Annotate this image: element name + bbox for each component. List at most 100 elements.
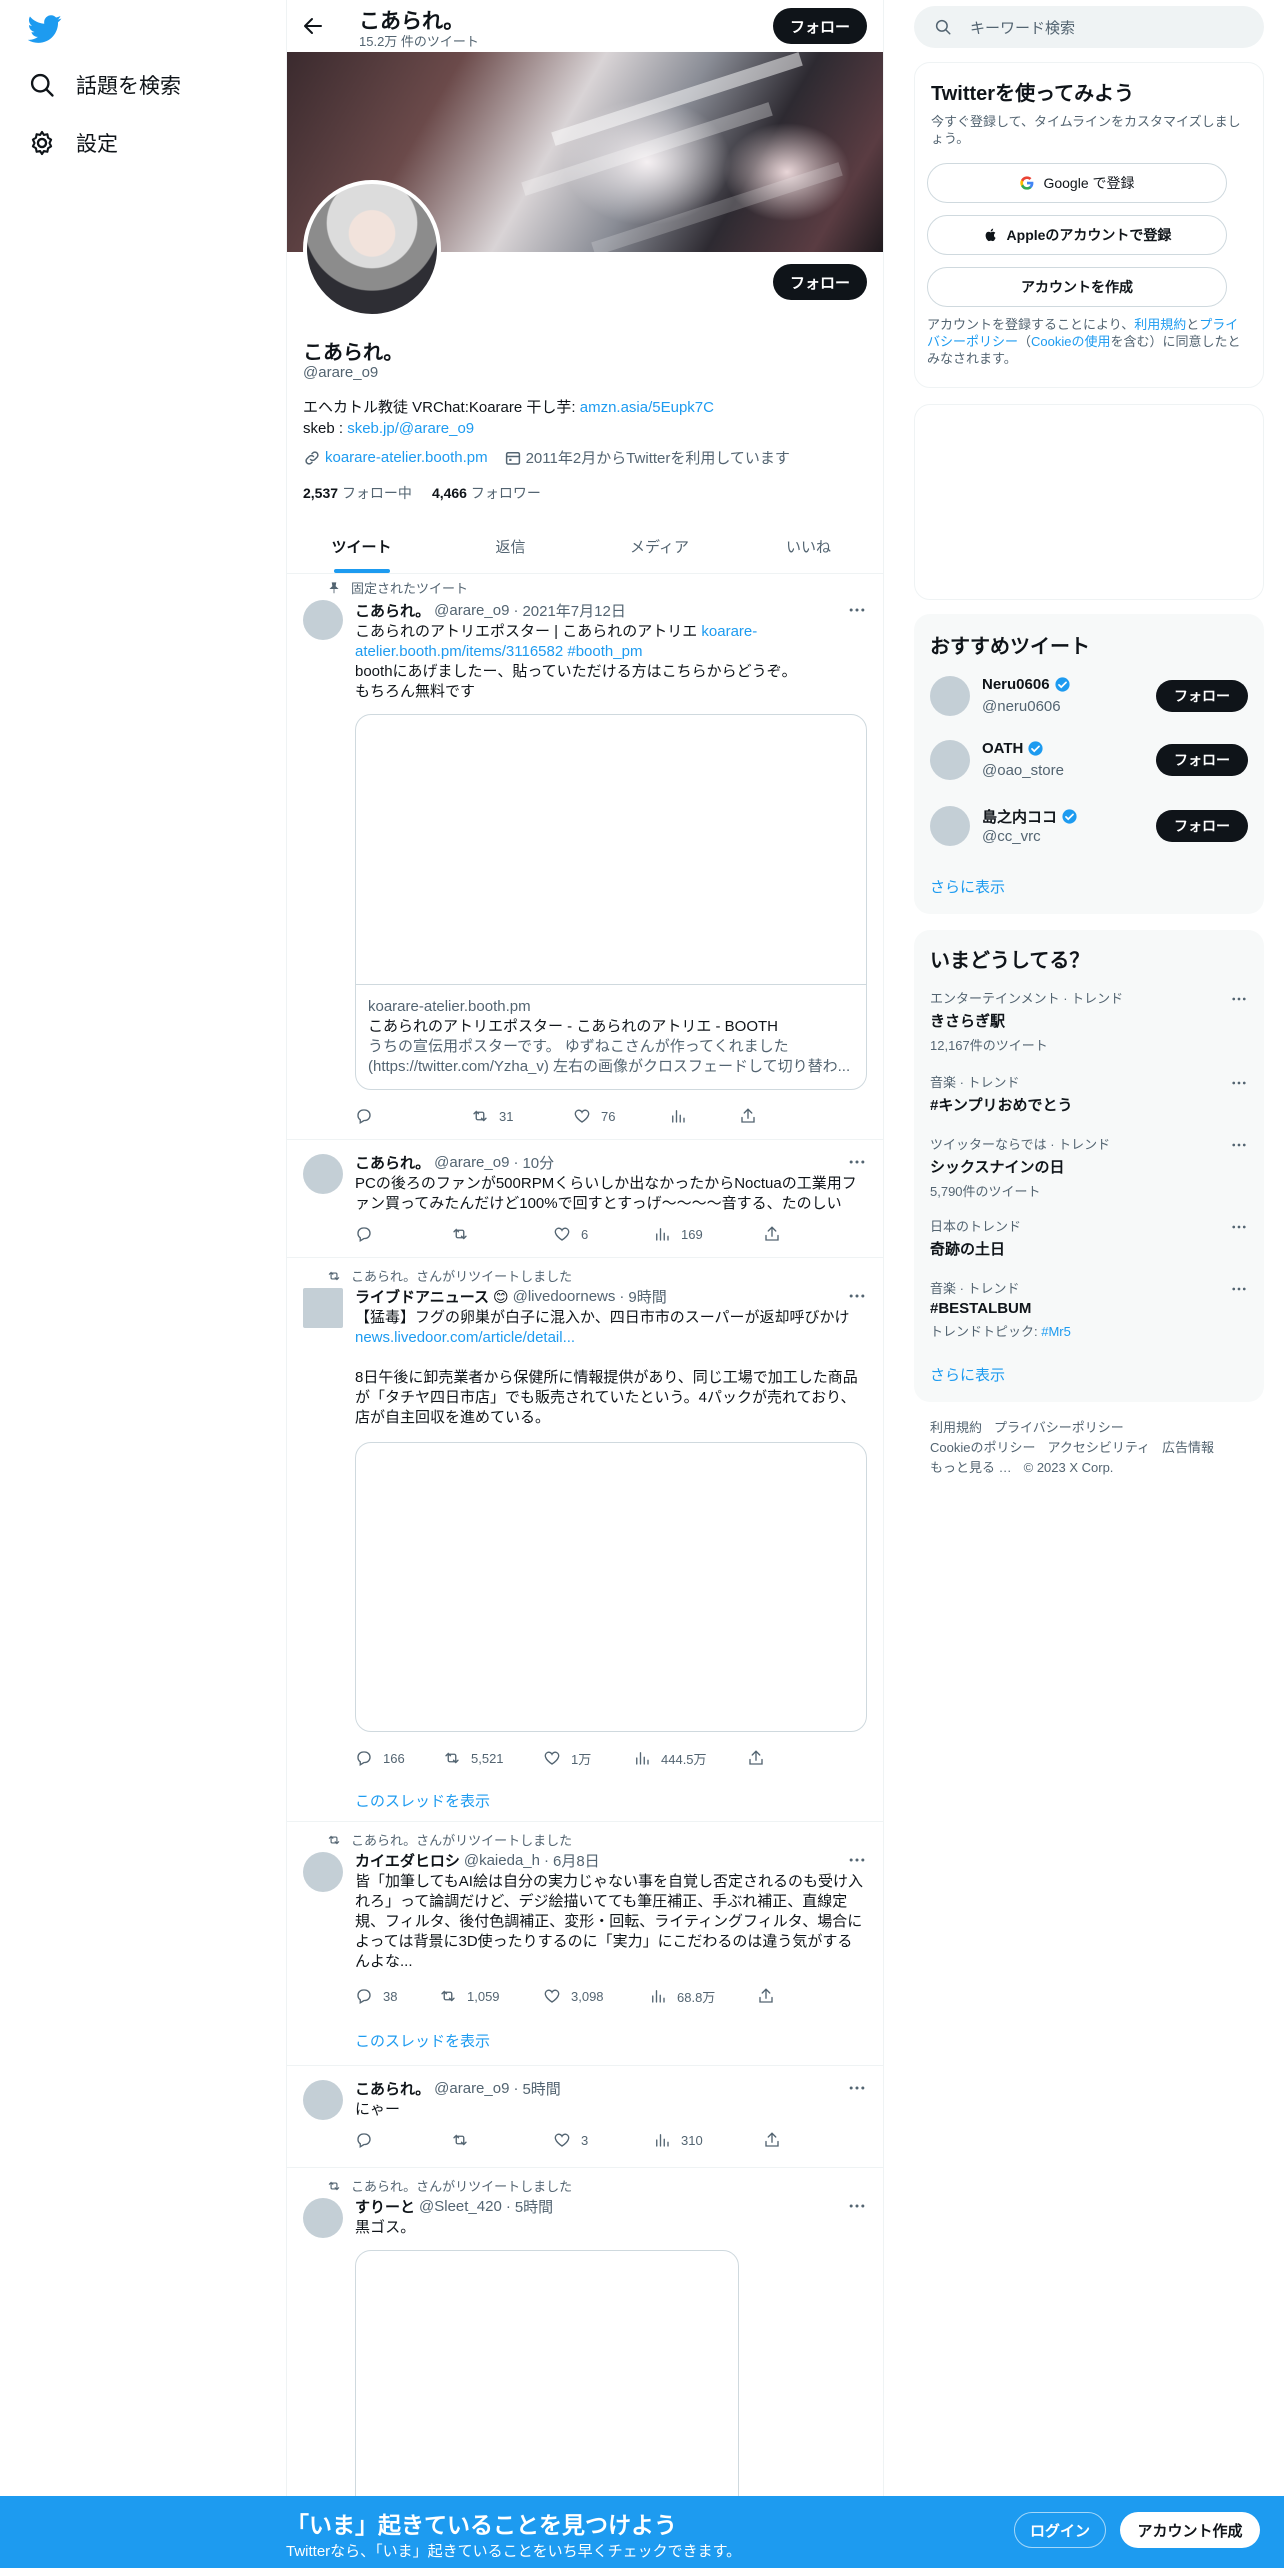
show-thread-link[interactable]: このスレッドを表示 xyxy=(355,1790,490,1811)
tweet-link[interactable]: news.livedoor.com/article/detail... xyxy=(355,1329,575,1346)
terms-link[interactable]: 利用規約 xyxy=(1134,317,1186,332)
share-button[interactable] xyxy=(763,2130,851,2150)
profile-avatar[interactable] xyxy=(303,180,441,318)
twitter-bird-icon[interactable] xyxy=(28,12,62,46)
tweet-avatar[interactable] xyxy=(303,1852,343,1892)
footer-accessibility[interactable]: アクセシビリティ xyxy=(1047,1440,1150,1455)
trends-more-link[interactable]: さらに表示 xyxy=(930,1364,1005,1385)
trend-topic-link[interactable]: #Mr5 xyxy=(1041,1324,1071,1339)
more-options-icon[interactable] xyxy=(847,1850,867,1870)
like-button[interactable]: 3,098 xyxy=(543,1986,649,2006)
tweet-time[interactable]: 10分 xyxy=(522,1152,554,1173)
nav-settings[interactable]: 設定 xyxy=(28,128,118,158)
profile-website[interactable]: koarare-atelier.booth.pm xyxy=(303,449,488,467)
tweet-author-handle[interactable]: @arare_o9 xyxy=(434,1154,509,1171)
link-card[interactable]: koarare-atelier.booth.pm こあられのアトリエポスター -… xyxy=(355,714,867,1090)
tweet-time[interactable]: 9時間 xyxy=(628,1286,666,1307)
reply-button[interactable] xyxy=(355,1224,443,1244)
footer-cookie[interactable]: Cookieのポリシー xyxy=(930,1440,1035,1455)
tweet-avatar[interactable] xyxy=(303,600,343,640)
nav-explore[interactable]: 話題を検索 xyxy=(28,70,181,100)
profile-website-link[interactable]: koarare-atelier.booth.pm xyxy=(325,449,488,466)
google-signup-button[interactable]: Google で登録 xyxy=(927,163,1227,203)
trend-item[interactable]: 音楽 · トレンド #キンプリおめでとう xyxy=(930,1072,1248,1115)
recommend-user[interactable]: Neru0606 @neru0606 フォロー xyxy=(930,672,1248,720)
like-button[interactable]: 6 xyxy=(553,1224,653,1244)
views-button[interactable] xyxy=(663,1106,739,1126)
recommend-follow-button[interactable]: フォロー xyxy=(1156,680,1248,712)
more-options-icon[interactable] xyxy=(1230,1074,1248,1092)
more-options-icon[interactable] xyxy=(1230,1136,1248,1154)
tweet-author-name[interactable]: すりーと xyxy=(355,2196,415,2217)
tab-tweets[interactable]: ツイート xyxy=(287,520,436,573)
tweet-author-name[interactable]: カイエダヒロシ xyxy=(355,1850,460,1871)
share-button[interactable] xyxy=(739,1106,827,1126)
reply-button[interactable] xyxy=(355,1106,443,1126)
reply-button[interactable] xyxy=(355,2130,443,2150)
views-button[interactable]: 444.5万 xyxy=(633,1748,747,1768)
share-button[interactable] xyxy=(747,1748,835,1768)
recommend-follow-button[interactable]: フォロー xyxy=(1156,744,1248,776)
tweet-nya[interactable]: こあられ。 @arare_o9 · 5時間 にゃー 3 310 xyxy=(287,2066,883,2168)
recommend-more-link[interactable]: さらに表示 xyxy=(930,876,1005,897)
retweet-button[interactable] xyxy=(443,1224,553,1244)
cookie-link[interactable]: Cookieの使用 xyxy=(1031,334,1110,349)
more-options-icon[interactable] xyxy=(847,2078,867,2098)
bio-skeb-link[interactable]: skeb.jp/@arare_o9 xyxy=(347,420,474,437)
like-button[interactable]: 1万 xyxy=(543,1748,633,1768)
avatar[interactable] xyxy=(930,676,970,716)
tweet-hashtag[interactable]: #booth_pm xyxy=(567,643,642,660)
tweet-author-handle[interactable]: @kaieda_h xyxy=(464,1852,540,1869)
share-button[interactable] xyxy=(763,1224,851,1244)
recommend-follow-button[interactable]: フォロー xyxy=(1156,810,1248,842)
reply-button[interactable]: 166 xyxy=(355,1748,443,1768)
trend-item[interactable]: エンターテインメント · トレンド きさらぎ駅 12,167件のツイート xyxy=(930,988,1248,1054)
reply-button[interactable]: 38 xyxy=(355,1986,439,2006)
tab-replies[interactable]: 返信 xyxy=(436,520,585,573)
tweet-avatar[interactable] xyxy=(303,2198,343,2238)
create-account-button[interactable]: アカウントを作成 xyxy=(927,267,1227,307)
recommend-user[interactable]: OATH @oao_store フォロー xyxy=(930,736,1248,784)
footer-ads[interactable]: 広告情報 xyxy=(1162,1440,1214,1455)
tweet-avatar[interactable] xyxy=(303,1154,343,1194)
avatar[interactable] xyxy=(930,740,970,780)
like-button[interactable]: 76 xyxy=(553,1106,663,1126)
tweet-time[interactable]: 6月8日 xyxy=(553,1850,600,1871)
tweet-time[interactable]: 5時間 xyxy=(515,2196,553,2217)
views-button[interactable]: 169 xyxy=(653,1224,763,1244)
retweet-button[interactable] xyxy=(443,2130,553,2150)
footer-more[interactable]: もっと見る … xyxy=(930,1460,1012,1475)
bio-amazon-link[interactable]: amzn.asia/5Eupk7C xyxy=(580,399,714,416)
tab-media[interactable]: メディア xyxy=(585,520,734,573)
tweet-author-name[interactable]: ライブドアニュース xyxy=(355,1286,489,1307)
retweet-button[interactable]: 5,521 xyxy=(443,1748,543,1768)
tweet-author-name[interactable]: こあられ。 xyxy=(355,600,430,621)
more-options-icon[interactable] xyxy=(847,600,867,620)
tab-likes[interactable]: いいね xyxy=(734,520,883,573)
tweet-retweet-livedoor[interactable]: こあられ。さんがリツイートしました ライブドアニュース 😊 @livedoorn… xyxy=(287,1258,883,1822)
tweet-time[interactable]: 5時間 xyxy=(522,2078,560,2099)
views-button[interactable]: 310 xyxy=(653,2130,763,2150)
more-options-icon[interactable] xyxy=(847,1152,867,1172)
trend-item[interactable]: 音楽 · トレンド #BESTALBUM トレンドトピック: #Mr5 xyxy=(930,1278,1248,1340)
back-arrow-icon[interactable] xyxy=(301,14,325,38)
trend-item[interactable]: 日本のトレンド 奇跡の土日 xyxy=(930,1216,1248,1259)
more-options-icon[interactable] xyxy=(847,1286,867,1306)
recommend-user[interactable]: 島之内ココ @cc_vrc フォロー xyxy=(930,802,1248,850)
login-button[interactable]: ログイン xyxy=(1014,2512,1106,2548)
trend-item[interactable]: ツイッターならでは · トレンド シックスナインの日 5,790件のツイート xyxy=(930,1134,1248,1200)
views-button[interactable]: 68.8万 xyxy=(649,1986,757,2006)
search-box[interactable]: キーワード検索 xyxy=(914,6,1264,48)
share-button[interactable] xyxy=(757,1986,845,2006)
signup-button[interactable]: アカウント作成 xyxy=(1120,2512,1260,2548)
header-follow-button[interactable]: フォロー xyxy=(773,8,867,44)
following-stat[interactable]: 2,537 フォロー中 xyxy=(303,483,412,503)
retweet-button[interactable]: 1,059 xyxy=(439,1986,543,2006)
tweet-avatar[interactable] xyxy=(303,1288,343,1328)
tweet-author-name[interactable]: こあられ。 xyxy=(355,2078,430,2099)
footer-privacy[interactable]: プライバシーポリシー xyxy=(994,1420,1124,1435)
apple-signup-button[interactable]: Appleのアカウントで登録 xyxy=(927,215,1227,255)
footer-terms[interactable]: 利用規約 xyxy=(930,1420,982,1435)
more-options-icon[interactable] xyxy=(1230,990,1248,1008)
more-options-icon[interactable] xyxy=(1230,1280,1248,1298)
